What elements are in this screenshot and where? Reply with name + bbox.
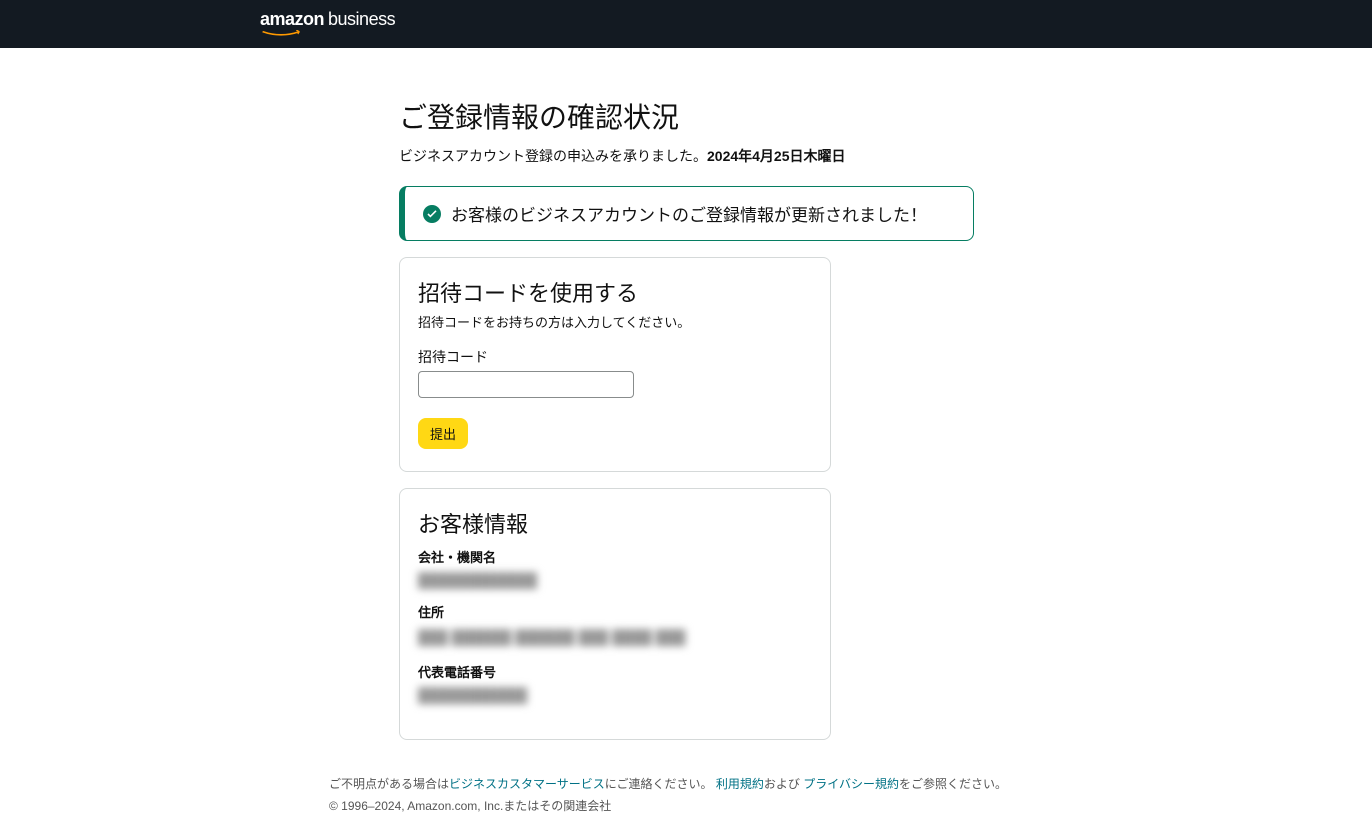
footer-privacy-suffix: をご参照ください。 bbox=[899, 777, 1007, 791]
phone-value: ███████████ bbox=[418, 687, 812, 703]
footer-terms-middle: および bbox=[764, 777, 803, 791]
footer-contact-prefix: ご不明点がある場合は bbox=[329, 777, 449, 791]
alert-message: お客様のビジネスアカウントのご登録情報が更新されました！ bbox=[451, 201, 927, 226]
terms-link[interactable]: 利用規約 bbox=[716, 777, 764, 791]
main-content: ご登録情報の確認状況 ビジネスアカウント登録の申込みを承りました。2024年4月… bbox=[399, 48, 974, 756]
invite-code-input[interactable] bbox=[418, 371, 634, 398]
subtitle-text: ビジネスアカウント登録の申込みを承りました。 bbox=[399, 148, 707, 164]
footer-contact-suffix: にご連絡ください。 bbox=[605, 777, 716, 791]
customer-info-card: お客様情報 会社・機関名 ████████████ 住所 ███ ██████ … bbox=[399, 488, 831, 740]
amazon-business-logo[interactable]: amazon business bbox=[260, 10, 395, 38]
check-circle-icon bbox=[423, 205, 441, 223]
invite-card-title: 招待コードを使用する bbox=[418, 276, 812, 308]
address-value: ███ ██████ ██████ ███ ████ ███ bbox=[418, 627, 812, 648]
logo-business-text: business bbox=[328, 10, 395, 28]
logo-amazon-text: amazon bbox=[260, 10, 324, 28]
invite-code-card: 招待コードを使用する 招待コードをお持ちの方は入力してください。 招待コード 提… bbox=[399, 257, 831, 472]
subtitle-date: 2024年4月25日木曜日 bbox=[707, 148, 846, 164]
invite-code-label: 招待コード bbox=[418, 347, 812, 367]
invite-card-subtitle: 招待コードをお持ちの方は入力してください。 bbox=[418, 312, 812, 331]
amazon-smile-icon bbox=[260, 30, 310, 38]
address-label: 住所 bbox=[418, 602, 812, 621]
copyright-text: © 1996–2024, Amazon.com, Inc.またはその関連会社 bbox=[329, 796, 1372, 818]
footer: ご不明点がある場合はビジネスカスタマーサービスにご連絡ください。 利用規約および… bbox=[0, 756, 1372, 835]
submit-button[interactable]: 提出 bbox=[418, 418, 468, 449]
customer-info-title: お客様情報 bbox=[418, 507, 812, 539]
customer-service-link[interactable]: ビジネスカスタマーサービス bbox=[449, 777, 605, 791]
page-title: ご登録情報の確認状況 bbox=[399, 96, 974, 136]
page-subtitle: ビジネスアカウント登録の申込みを承りました。2024年4月25日木曜日 bbox=[399, 146, 974, 166]
phone-label: 代表電話番号 bbox=[418, 662, 812, 681]
company-label: 会社・機関名 bbox=[418, 547, 812, 566]
success-alert: お客様のビジネスアカウントのご登録情報が更新されました！ bbox=[399, 186, 974, 241]
header: amazon business bbox=[0, 0, 1372, 48]
privacy-link[interactable]: プライバシー規約 bbox=[803, 777, 899, 791]
company-value: ████████████ bbox=[418, 572, 812, 588]
